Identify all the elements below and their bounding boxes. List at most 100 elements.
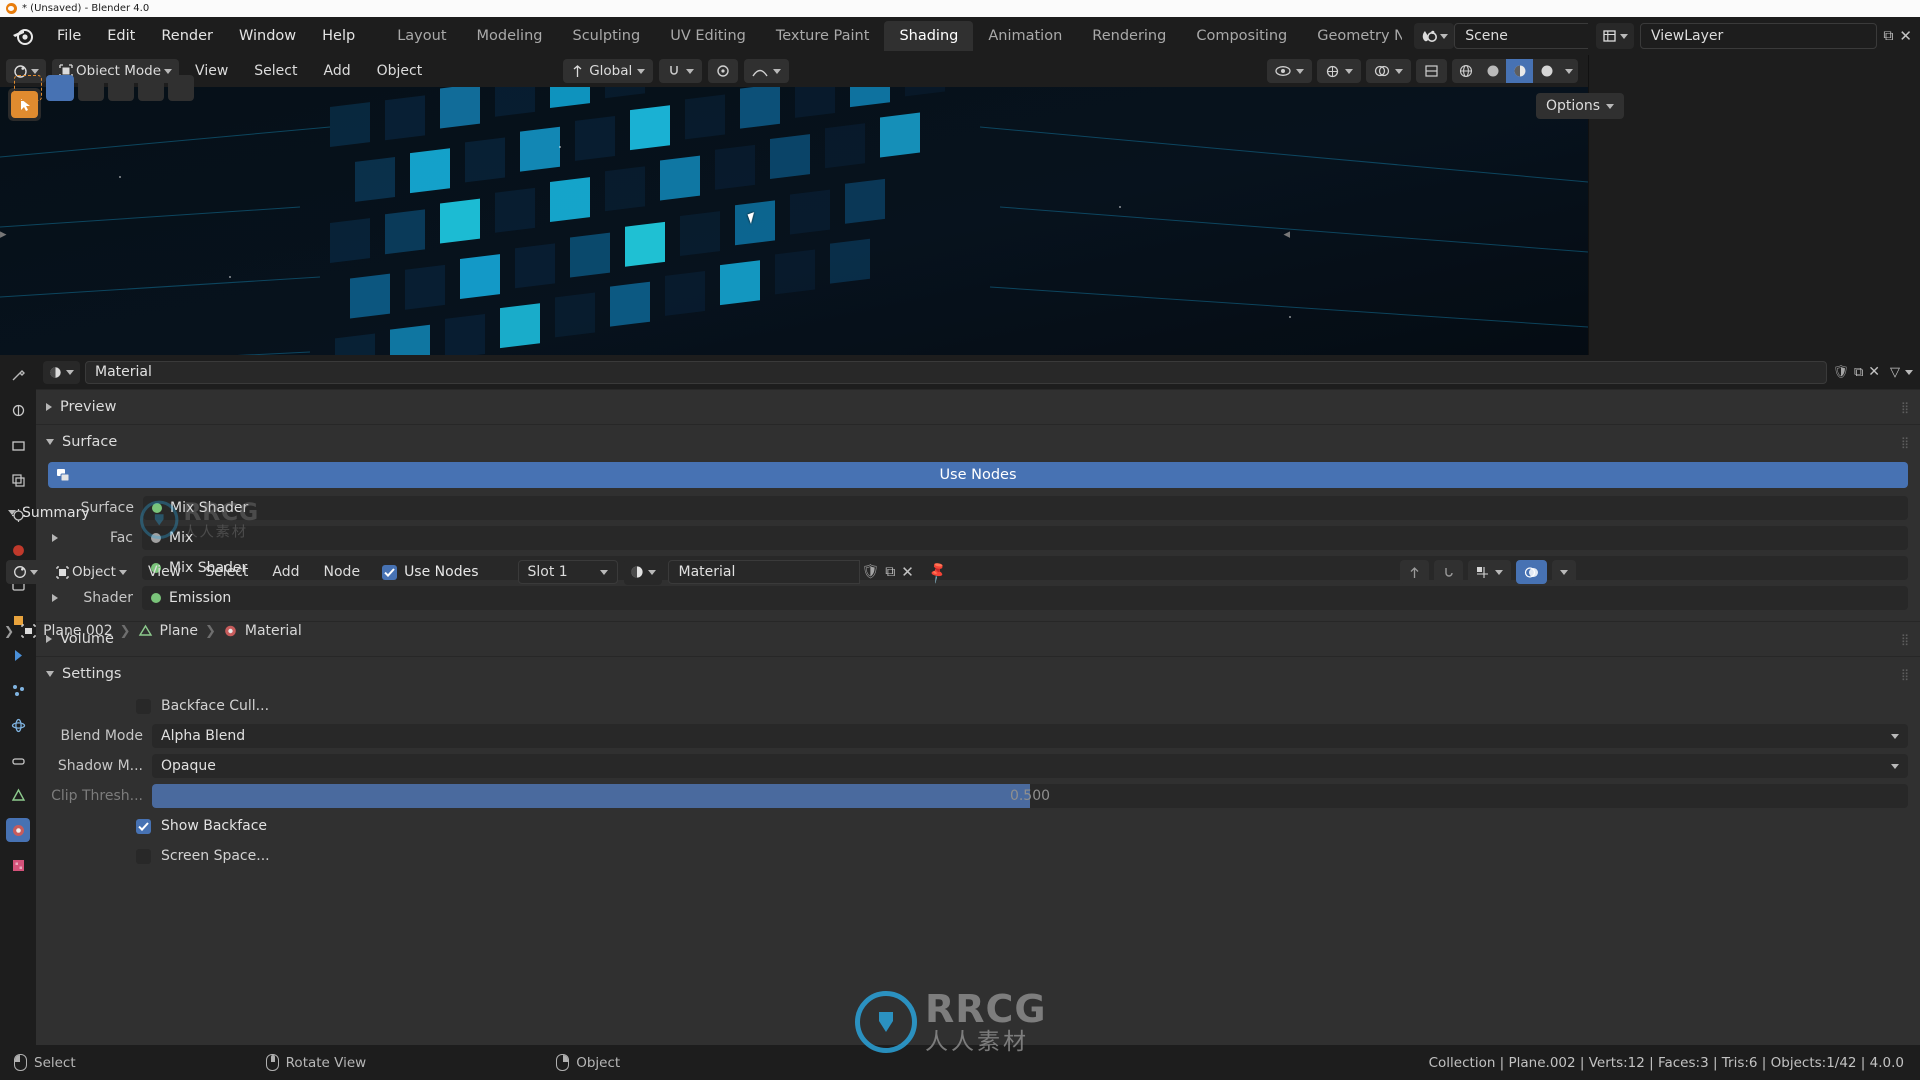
- screen-space-checkbox[interactable]: [136, 848, 151, 864]
- tab-geometry-nodes[interactable]: Geometry Node: [1302, 21, 1402, 51]
- view-layer-name-field[interactable]: ViewLayer: [1640, 23, 1878, 49]
- viewport-menu-add[interactable]: Add: [313, 60, 360, 82]
- select-mode-1[interactable]: [46, 75, 74, 101]
- unlink-material-icon[interactable]: ✕: [901, 563, 914, 581]
- tab-texture[interactable]: [6, 853, 30, 877]
- show-backface-checkbox[interactable]: [136, 818, 151, 834]
- grip-dots-icon[interactable]: ⣿: [1901, 633, 1910, 646]
- fac-value[interactable]: Mix: [142, 526, 1908, 550]
- tab-render[interactable]: [6, 398, 30, 422]
- select-box-icon[interactable]: [14, 75, 42, 101]
- tab-animation[interactable]: Animation: [973, 21, 1077, 51]
- fake-user-shield-icon[interactable]: 🛡: [1832, 365, 1849, 380]
- grip-dots-icon[interactable]: ⣿: [1901, 401, 1910, 414]
- blend-mode-dropdown[interactable]: Alpha Blend: [152, 724, 1908, 748]
- tab-sculpting[interactable]: Sculpting: [557, 21, 655, 51]
- node-snap-button[interactable]: [1400, 560, 1429, 584]
- tab-layout[interactable]: Layout: [382, 21, 461, 51]
- menu-help[interactable]: Help: [309, 24, 368, 48]
- tab-modifiers[interactable]: [6, 643, 30, 667]
- blender-app-icon[interactable]: [10, 23, 36, 49]
- use-nodes-checkbox[interactable]: [382, 564, 398, 580]
- panel-settings-header[interactable]: Settings ⣿: [36, 657, 1920, 691]
- select-mode-4[interactable]: [138, 75, 164, 101]
- duplicate-icon[interactable]: ⧉: [1854, 365, 1863, 380]
- filter-icon[interactable]: ▽: [1890, 365, 1900, 380]
- duplicate-material-icon[interactable]: ⧉: [885, 564, 895, 580]
- expand-arrow-icon[interactable]: [52, 594, 58, 602]
- visibility-dropdown[interactable]: [1267, 59, 1312, 83]
- viewport-menu-object[interactable]: Object: [367, 60, 433, 82]
- expand-arrow-icon[interactable]: [52, 534, 58, 542]
- panel-surface-header[interactable]: Surface ⣿: [36, 425, 1920, 459]
- material-slot-dropdown[interactable]: Slot 1: [517, 560, 618, 584]
- viewport-options-button[interactable]: Options: [1535, 93, 1624, 119]
- menu-render[interactable]: Render: [148, 24, 226, 48]
- tab-physics[interactable]: [6, 713, 30, 737]
- shading-rendered-button[interactable]: [1533, 59, 1560, 83]
- tab-modeling[interactable]: Modeling: [462, 21, 558, 51]
- viewport-menu-select[interactable]: Select: [244, 60, 307, 82]
- shadow-mode-dropdown[interactable]: Opaque: [152, 754, 1908, 778]
- transform-orientation-dropdown[interactable]: Global: [563, 59, 654, 83]
- tab-output[interactable]: [6, 433, 30, 457]
- use-nodes-button[interactable]: Use Nodes: [48, 462, 1908, 488]
- select-mode-2[interactable]: [78, 75, 104, 101]
- grip-dots-icon[interactable]: ⣿: [1901, 436, 1910, 449]
- viewport-left-gizmo[interactable]: ▸: [0, 227, 7, 242]
- row-screen-space[interactable]: Screen Space...: [36, 841, 1920, 871]
- tab-tool[interactable]: [6, 363, 30, 387]
- tab-rendering[interactable]: Rendering: [1077, 21, 1181, 51]
- tab-compositing[interactable]: Compositing: [1181, 21, 1302, 51]
- clip-threshold-slider[interactable]: 0.500: [152, 784, 1908, 808]
- tab-particles[interactable]: [6, 678, 30, 702]
- surface-value[interactable]: Mix Shader: [143, 496, 1908, 520]
- node-overlay-dropdown[interactable]: [1552, 560, 1576, 584]
- node-overlay-toggle[interactable]: [1516, 560, 1547, 584]
- shader-editor-type[interactable]: [6, 560, 45, 584]
- tab-texture-paint[interactable]: Texture Paint: [761, 21, 885, 51]
- tab-shading[interactable]: Shading: [884, 21, 974, 51]
- falloff-dropdown[interactable]: [744, 59, 790, 83]
- menu-window[interactable]: Window: [226, 24, 309, 48]
- tab-material[interactable]: [6, 818, 30, 842]
- node-snapping-dropdown[interactable]: [1468, 560, 1511, 584]
- proportional-editing-toggle[interactable]: [708, 59, 739, 83]
- shading-dropdown[interactable]: [1560, 59, 1578, 83]
- gizmo-toggle[interactable]: [1317, 59, 1361, 83]
- breadcrumb-object[interactable]: Plane.002: [43, 623, 113, 639]
- backface-culling-checkbox[interactable]: [136, 698, 151, 714]
- shader-menu-node[interactable]: Node: [314, 561, 371, 583]
- row-show-backface[interactable]: Show Backface: [36, 811, 1920, 841]
- unlink-icon[interactable]: ✕: [1868, 364, 1880, 380]
- shader-menu-select[interactable]: Select: [195, 561, 258, 583]
- shader2-value[interactable]: Emission: [142, 586, 1908, 610]
- tab-object-data[interactable]: [6, 783, 30, 807]
- tab-uv-editing[interactable]: UV Editing: [655, 21, 761, 51]
- shader-menu-view[interactable]: View: [138, 561, 191, 583]
- xray-toggle[interactable]: [1416, 59, 1447, 83]
- grip-dots-icon[interactable]: ⣿: [1901, 668, 1910, 681]
- viewport-right-gizmo[interactable]: ◂: [1283, 227, 1290, 242]
- view-layer-icon[interactable]: [1596, 23, 1634, 49]
- breadcrumb-material[interactable]: Material: [245, 623, 302, 639]
- tab-constraints[interactable]: [6, 748, 30, 772]
- remove-view-layer-icon[interactable]: ✕: [1899, 27, 1912, 45]
- overlays-toggle[interactable]: [1366, 59, 1411, 83]
- panel-volume-header[interactable]: Volume ⣿: [36, 622, 1920, 656]
- select-mode-5[interactable]: [168, 75, 194, 101]
- menu-edit[interactable]: Edit: [94, 24, 148, 48]
- snap-toggle[interactable]: [659, 59, 703, 83]
- shading-solid-button[interactable]: [1479, 59, 1506, 83]
- menu-file[interactable]: File: [44, 24, 94, 48]
- breadcrumb-mesh[interactable]: Plane: [160, 623, 198, 639]
- shader-menu-add[interactable]: Add: [262, 561, 309, 583]
- new-view-layer-icon[interactable]: ⧉: [1883, 28, 1893, 44]
- panel-preview-header[interactable]: Preview ⣿: [36, 390, 1920, 424]
- material-name-field[interactable]: Material: [85, 360, 1828, 384]
- shader-type-dropdown[interactable]: Object: [49, 560, 134, 584]
- shading-wireframe-button[interactable]: [1452, 59, 1479, 83]
- fake-user-shield-icon[interactable]: 🛡: [862, 564, 880, 580]
- material-browse-icon[interactable]: [623, 559, 662, 585]
- row-backface-culling[interactable]: Backface Cull...: [36, 691, 1920, 721]
